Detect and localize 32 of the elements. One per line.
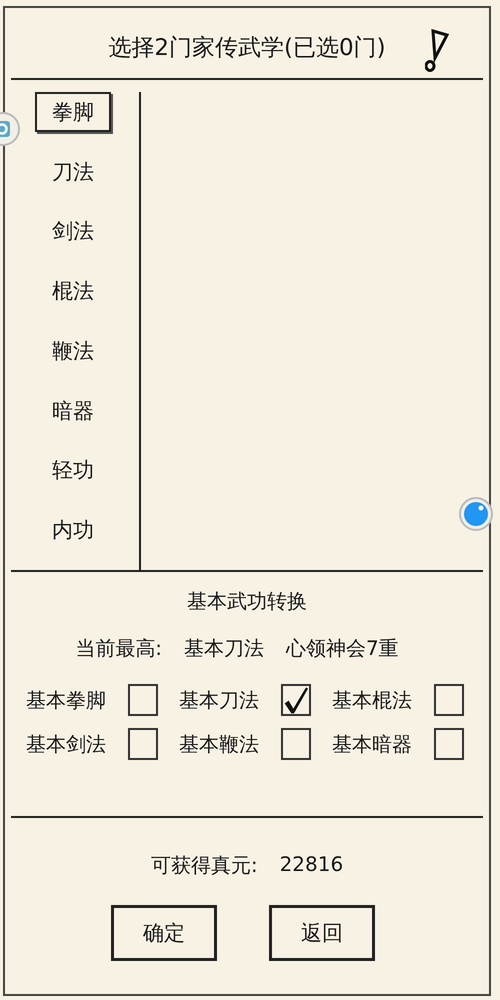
reward-value: 22816 bbox=[280, 852, 344, 878]
checkbox[interactable] bbox=[434, 728, 464, 760]
category-tab[interactable]: 棍法 bbox=[35, 271, 111, 311]
skill-level: 心领神会7重 bbox=[286, 635, 399, 662]
check-icon bbox=[283, 686, 309, 714]
floating-ball-icon[interactable] bbox=[459, 497, 493, 531]
dialog-button[interactable]: 返回 bbox=[269, 905, 375, 961]
category-tab[interactable]: 拳脚 bbox=[35, 92, 111, 132]
option-label: 基本暗器 bbox=[332, 730, 413, 758]
option-label: 基本刀法 bbox=[179, 686, 260, 714]
section-heading: 基本武功转换 bbox=[187, 588, 307, 615]
dialog-button[interactable]: 确定 bbox=[111, 905, 217, 961]
category-tab[interactable]: 剑法 bbox=[35, 212, 111, 252]
checkbox[interactable] bbox=[434, 684, 464, 716]
checkbox[interactable] bbox=[128, 684, 158, 716]
current-best-label: 当前最高: bbox=[75, 635, 162, 662]
option-label: 基本棍法 bbox=[332, 686, 413, 714]
checkbox[interactable] bbox=[281, 684, 311, 716]
category-tab[interactable]: 鞭法 bbox=[35, 331, 111, 371]
exclamation-icon[interactable] bbox=[425, 28, 449, 74]
option-label: 基本剑法 bbox=[26, 730, 107, 758]
checkbox[interactable] bbox=[128, 728, 158, 760]
checkbox[interactable] bbox=[281, 728, 311, 760]
category-tab[interactable]: 暗器 bbox=[35, 390, 111, 430]
dialog-title: 选择2门家传武学(已选0门) bbox=[108, 34, 386, 62]
category-tab[interactable]: 内功 bbox=[35, 510, 111, 550]
skill-name: 基本刀法 bbox=[184, 635, 264, 662]
option-label: 基本拳脚 bbox=[26, 686, 107, 714]
category-tab[interactable]: 轻功 bbox=[35, 450, 111, 490]
category-tab[interactable]: 刀法 bbox=[35, 152, 111, 192]
reward-label: 可获得真元: bbox=[150, 852, 258, 879]
option-label: 基本鞭法 bbox=[179, 730, 260, 758]
